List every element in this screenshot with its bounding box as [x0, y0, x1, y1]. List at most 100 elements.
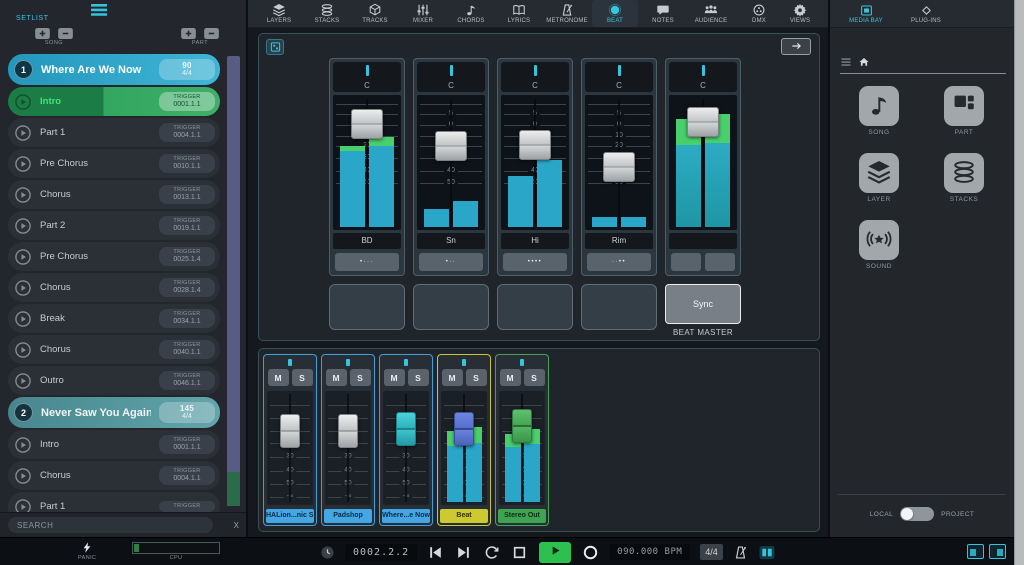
setlist-part-item[interactable]: Part 1 TRIGGER 0004.1.1: [8, 118, 220, 147]
list-view-icon[interactable]: [840, 55, 852, 67]
transport-skip-back-button[interactable]: [427, 544, 444, 561]
tab-plug-ins[interactable]: PLUG-INS: [898, 0, 954, 27]
tab-dmx[interactable]: DMX: [736, 0, 782, 27]
pitch-display[interactable]: C: [501, 62, 569, 92]
solo-button[interactable]: S: [407, 369, 429, 386]
play-circle-icon[interactable]: [14, 155, 32, 173]
channel-fader-zone[interactable]: 20304050-∞: [267, 391, 313, 505]
media-tile-sound[interactable]: [859, 220, 899, 260]
tab-metronome[interactable]: METRONOME: [544, 0, 590, 27]
mute-button[interactable]: M: [441, 369, 463, 386]
tab-beat[interactable]: BEAT: [592, 0, 638, 27]
channel-fader-zone[interactable]: 501020304050: [417, 95, 485, 230]
channel-name-label[interactable]: HALion...nic SE: [266, 509, 314, 523]
beat-pad[interactable]: [413, 284, 489, 330]
setlist-song-item[interactable]: 1 Where Are We Now 90 4/4: [8, 54, 220, 85]
tab-tracks[interactable]: TRACKS: [352, 0, 398, 27]
local-project-toggle[interactable]: [900, 507, 935, 521]
add-part-button[interactable]: [181, 27, 196, 39]
tab-lyrics[interactable]: LYRICS: [496, 0, 542, 27]
play-circle-icon[interactable]: [14, 279, 32, 297]
channel-name-label[interactable]: Beat: [440, 509, 488, 523]
fader-handle[interactable]: [512, 409, 532, 444]
play-circle-icon[interactable]: [14, 341, 32, 359]
tab-notes[interactable]: NOTES: [640, 0, 686, 27]
mute-button[interactable]: M: [267, 369, 289, 386]
master-fader-zone[interactable]: [669, 95, 737, 230]
setlist-part-item[interactable]: Pre Chorus TRIGGER 0025.1.4: [8, 242, 220, 271]
master-slot-button[interactable]: [705, 253, 735, 271]
play-circle-icon[interactable]: [14, 436, 32, 454]
tempo-display[interactable]: 090.000 BPM: [609, 544, 691, 560]
mute-button[interactable]: M: [383, 369, 405, 386]
channel-fader-zone[interactable]: 20304050-∞: [383, 391, 429, 505]
media-tile-song[interactable]: [859, 86, 899, 126]
channel-fader-zone[interactable]: 20304050-∞: [441, 391, 487, 505]
play-circle-icon[interactable]: [14, 124, 32, 142]
setlist-part-item[interactable]: Outro TRIGGER 0046.1.1: [8, 366, 220, 395]
media-tile-layer[interactable]: [859, 153, 899, 193]
fader-handle[interactable]: [603, 151, 635, 182]
channel-fader-zone[interactable]: 501020304050: [333, 95, 401, 230]
fader-handle[interactable]: [351, 108, 383, 139]
solo-button[interactable]: S: [349, 369, 371, 386]
media-tile-part[interactable]: [944, 86, 984, 126]
beat-pad[interactable]: [329, 284, 405, 330]
play-circle-icon[interactable]: [14, 248, 32, 266]
setlist-part-item[interactable]: Chorus TRIGGER 0013.1.1: [8, 180, 220, 209]
beat-grid-button[interactable]: [266, 39, 284, 55]
metronome-icon[interactable]: [733, 545, 748, 560]
channel-name-label[interactable]: Where...e Now: [382, 509, 430, 523]
fader-handle[interactable]: [454, 411, 474, 446]
fader-handle[interactable]: [338, 413, 358, 448]
setlist-part-item[interactable]: Chorus TRIGGER 0040.1.1: [8, 335, 220, 364]
forward-button[interactable]: [781, 38, 811, 55]
setlist-part-item[interactable]: Break TRIGGER 0034.1.1: [8, 304, 220, 333]
mute-button[interactable]: M: [325, 369, 347, 386]
setlist-part-item[interactable]: Pre Chorus TRIGGER 0010.1.1: [8, 149, 220, 178]
tab-views[interactable]: VIEWS: [782, 0, 818, 27]
add-song-button[interactable]: [35, 27, 50, 39]
pattern-button[interactable]: •··: [419, 253, 483, 271]
pitch-display[interactable]: C: [417, 62, 485, 92]
remove-part-button[interactable]: [204, 27, 219, 39]
fader-handle[interactable]: [519, 130, 551, 161]
tab-mixer[interactable]: MIXER: [400, 0, 446, 27]
remove-song-button[interactable]: [58, 27, 73, 39]
beat-pad[interactable]: [581, 284, 657, 330]
home-icon[interactable]: [858, 55, 870, 67]
master-fader-handle[interactable]: [687, 107, 719, 138]
tab-media-bay[interactable]: MEDIA BAY: [838, 0, 894, 27]
pattern-button[interactable]: ••••: [503, 253, 567, 271]
transport-stop-button[interactable]: [511, 544, 528, 561]
pattern-button[interactable]: ··••: [587, 253, 651, 271]
fader-handle[interactable]: [280, 413, 300, 448]
play-circle-icon[interactable]: [14, 498, 32, 512]
setlist-scrollbar[interactable]: [227, 56, 240, 506]
panic-button[interactable]: PANIC: [78, 541, 96, 561]
play-circle-icon[interactable]: [14, 467, 32, 485]
fader-handle[interactable]: [396, 411, 416, 446]
play-circle-icon[interactable]: [14, 372, 32, 390]
signature-display[interactable]: 4/4: [700, 544, 723, 560]
play-circle-icon[interactable]: [14, 310, 32, 328]
panel-toggle-right[interactable]: [989, 544, 1006, 559]
transport-play-button[interactable]: [539, 541, 572, 563]
setlist-part-item[interactable]: Intro TRIGGER 0001.1.1: [8, 430, 220, 459]
channel-name-label[interactable]: Stereo Out: [498, 509, 546, 523]
pitch-display[interactable]: C: [669, 62, 737, 92]
solo-button[interactable]: S: [465, 369, 487, 386]
fader-handle[interactable]: [435, 131, 467, 162]
setlist-part-item[interactable]: Chorus TRIGGER 0028.1.4: [8, 273, 220, 302]
tab-layers[interactable]: LAYERS: [256, 0, 302, 27]
display-toggle-icon[interactable]: [758, 545, 776, 560]
search-clear-button[interactable]: X: [234, 521, 239, 530]
transport-record-button[interactable]: [582, 544, 599, 561]
setlist-part-item[interactable]: Part 1 TRIGGER: [8, 492, 220, 512]
media-tile-stacks[interactable]: [944, 153, 984, 193]
pitch-display[interactable]: C: [585, 62, 653, 92]
setlist-part-item[interactable]: Intro TRIGGER 0001.1.1: [8, 87, 220, 116]
setlist-icon[interactable]: [90, 3, 108, 16]
channel-fader-zone[interactable]: 501020304050: [501, 95, 569, 230]
channel-fader-zone[interactable]: 20304050-∞: [499, 391, 545, 505]
